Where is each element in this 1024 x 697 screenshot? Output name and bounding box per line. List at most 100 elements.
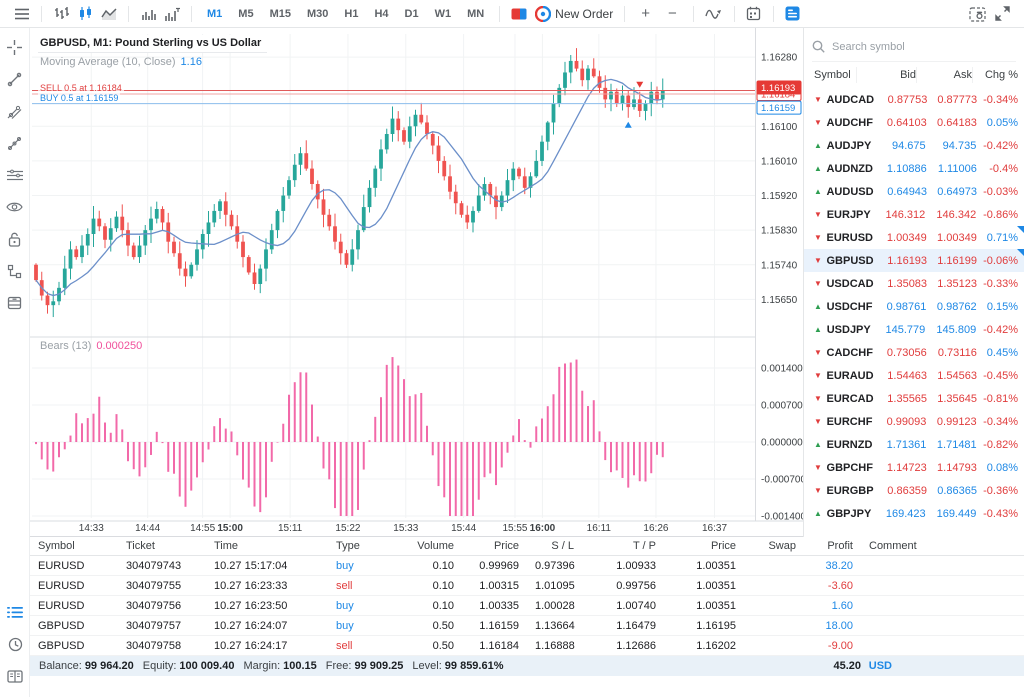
market-watch-row-usdjpy[interactable]: ▲USDJPY145.779145.809-0.42% <box>804 318 1024 341</box>
position-tp: 0.99756 <box>582 580 664 592</box>
zoom-in-button[interactable]: + <box>632 5 659 22</box>
zoom-out-button[interactable]: − <box>659 5 686 22</box>
market-watch-row-eurchf[interactable]: ▼EURCHF0.990930.99123-0.34% <box>804 410 1024 433</box>
col-symbol[interactable]: Symbol <box>814 69 856 81</box>
calendar-button[interactable] <box>742 2 766 26</box>
fullscreen-button[interactable] <box>990 2 1014 26</box>
bid-value: 169.423 <box>871 508 925 520</box>
positions-col-symbol[interactable]: Symbol <box>30 540 118 552</box>
polyline-tool[interactable] <box>2 130 28 156</box>
bid-value: 0.87753 <box>874 94 927 106</box>
market-watch-row-gbpchf[interactable]: ▼GBPCHF1.147231.147930.08% <box>804 456 1024 479</box>
account-items: Balance:99 964.20Equity:100 009.40Margin… <box>30 660 504 672</box>
positions-col-price[interactable]: Price <box>462 540 527 552</box>
symbol-search[interactable] <box>812 32 1016 62</box>
market-watch-row-eurgbp[interactable]: ▼EURGBP0.863590.86365-0.36% <box>804 479 1024 502</box>
positions-col-type[interactable]: Type <box>328 540 408 552</box>
market-watch-row-audchf[interactable]: ▼AUDCHF0.641030.641830.05% <box>804 111 1024 134</box>
timeframe-h1[interactable]: H1 <box>336 2 366 26</box>
new-order-button[interactable]: New Order <box>531 2 617 26</box>
history-tab[interactable] <box>2 631 28 657</box>
market-watch-row-audusd[interactable]: ▲AUDUSD0.649430.64973-0.03% <box>804 180 1024 203</box>
journal-tab[interactable] <box>2 663 28 689</box>
market-watch-row-audcad[interactable]: ▼AUDCAD0.877530.87773-0.34% <box>804 88 1024 111</box>
position-row-304079755[interactable]: EURUSD30407975510.27 16:23:33sell0.101.0… <box>30 576 1024 596</box>
timeframe-m30[interactable]: M30 <box>299 2 336 26</box>
timeframe-h4[interactable]: H4 <box>366 2 396 26</box>
chart-bars-button[interactable] <box>49 2 73 26</box>
bid-value: 0.64103 <box>873 117 927 129</box>
channel-icon <box>7 104 22 119</box>
market-watch-row-eurjpy[interactable]: ▼EURJPY146.312146.342-0.86% <box>804 203 1024 226</box>
market-watch-row-gbpjpy[interactable]: ▲GBPJPY169.423169.449-0.43% <box>804 502 1024 525</box>
tick-volumes-button[interactable] <box>160 2 184 26</box>
market-watch-row-euraud[interactable]: ▼EURAUD1.544631.54563-0.45% <box>804 364 1024 387</box>
levels-tool[interactable] <box>2 162 28 188</box>
bid-value: 0.64943 <box>874 186 928 198</box>
market-watch-row-audjpy[interactable]: ▲AUDJPY94.67594.735-0.42% <box>804 134 1024 157</box>
menu-button[interactable] <box>10 2 34 26</box>
col-bid[interactable]: Bid <box>856 67 916 83</box>
position-type: buy <box>328 560 408 572</box>
trendline-tool[interactable] <box>2 66 28 92</box>
position-row-304079743[interactable]: EURUSD30407974310.27 15:17:04buy0.100.99… <box>30 556 1024 576</box>
symbol-name: AUDCAD <box>826 94 874 106</box>
position-row-304079758[interactable]: GBPUSD30407975810.27 16:24:17sell0.501.1… <box>30 636 1024 656</box>
volumes-button[interactable] <box>136 2 160 26</box>
positions-col-ticket[interactable]: Ticket <box>118 540 206 552</box>
positions-col-swap[interactable]: Swap <box>744 540 804 552</box>
market-watch-row-eurusd[interactable]: ▼EURUSD1.003491.003490.71% <box>804 226 1024 249</box>
timeframe-m5[interactable]: M5 <box>230 2 261 26</box>
market-watch-row-gbpusd[interactable]: ▼GBPUSD1.161931.16199-0.06% <box>804 249 1024 272</box>
price-chart[interactable]: 14:3314:4414:5515:0015:1115:2215:3315:44… <box>30 28 803 537</box>
market-watch-row-cadchf[interactable]: ▼CADCHF0.730560.731160.45% <box>804 341 1024 364</box>
objects-tree-tool[interactable] <box>2 258 28 284</box>
bid-value: 1.35565 <box>874 393 928 405</box>
market-depth-icon <box>511 8 527 20</box>
position-row-304079757[interactable]: GBPUSD30407975710.27 16:24:07buy0.501.16… <box>30 616 1024 636</box>
search-symbol-input[interactable] <box>832 41 992 53</box>
svg-text:0.000700: 0.000700 <box>761 401 803 412</box>
symbol-name: GBPJPY <box>827 508 872 520</box>
svg-text:1.16010: 1.16010 <box>761 156 798 167</box>
positions-col-profit[interactable]: Profit <box>804 540 861 552</box>
positions-col-comment[interactable]: Comment <box>861 540 1024 552</box>
market-watch-row-eurcad[interactable]: ▼EURCAD1.355651.35645-0.81% <box>804 387 1024 410</box>
delete-objects-tool[interactable] <box>2 290 28 316</box>
col-chg[interactable]: Chg % <box>972 67 1018 83</box>
col-ask[interactable]: Ask <box>916 67 972 83</box>
chart-line-button[interactable] <box>97 2 121 26</box>
positions-col-sl[interactable]: S / L <box>527 540 582 552</box>
timeframe-w1[interactable]: W1 <box>427 2 460 26</box>
positions-col-tp[interactable]: T / P <box>582 540 664 552</box>
trade-tab[interactable] <box>2 599 28 625</box>
positions-col-time[interactable]: Time <box>206 540 328 552</box>
timeframe-d1[interactable]: D1 <box>397 2 427 26</box>
market-depth-button[interactable] <box>507 2 531 26</box>
lock-tool[interactable] <box>2 226 28 252</box>
market-watch-row-eurnzd[interactable]: ▲EURNZD1.713611.71481-0.82% <box>804 433 1024 456</box>
timeframe-mn[interactable]: MN <box>459 2 492 26</box>
chart-candles-button[interactable] <box>73 2 97 26</box>
chart-panel[interactable]: GBPUSD, M1: Pound Sterling vs US Dollar … <box>30 28 803 537</box>
screenshot-button[interactable] <box>965 2 990 26</box>
channel-tool[interactable] <box>2 98 28 124</box>
indicators-button[interactable] <box>701 2 727 26</box>
new-order-label: New Order <box>555 7 613 21</box>
history-clock-icon <box>8 637 23 652</box>
market-watch-row-audnzd[interactable]: ▲AUDNZD1.108861.11006-0.4% <box>804 157 1024 180</box>
market-watch-row-usdchf[interactable]: ▲USDCHF0.987610.987620.15% <box>804 295 1024 318</box>
visibility-tool[interactable] <box>2 194 28 220</box>
positions-col-volume[interactable]: Volume <box>408 540 462 552</box>
position-row-304079756[interactable]: EURUSD30407975610.27 16:23:50buy0.101.00… <box>30 596 1024 616</box>
positions-col-price[interactable]: Price <box>664 540 744 552</box>
objects-panel-button[interactable] <box>781 2 805 26</box>
ask-value: 146.342 <box>925 209 976 221</box>
position-time: 10.27 15:17:04 <box>206 560 328 572</box>
market-watch-row-usdcad[interactable]: ▼USDCAD1.350831.35123-0.33% <box>804 272 1024 295</box>
timeframe-m1[interactable]: M1 <box>199 2 230 26</box>
crosshair-tool[interactable] <box>2 34 28 60</box>
ask-value: 1.35123 <box>927 278 977 290</box>
timeframe-m15[interactable]: M15 <box>262 2 299 26</box>
price-down-icon: ▼ <box>814 233 827 242</box>
